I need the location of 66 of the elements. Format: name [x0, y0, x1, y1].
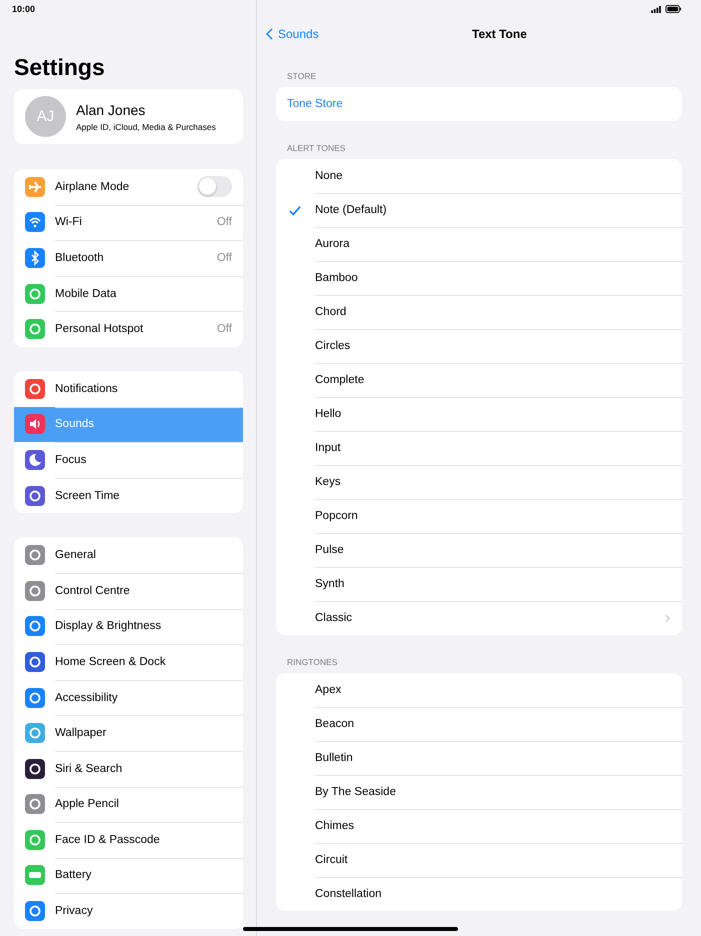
- sidebar-item[interactable]: Notifications: [14, 370, 243, 407]
- sidebar-item[interactable]: Wi-Fi Off: [14, 204, 243, 240]
- tone-option[interactable]: Chord: [276, 295, 682, 329]
- tone-option[interactable]: Pulse: [276, 533, 682, 567]
- sidebar-item[interactable]: Home Screen & Dock: [14, 644, 243, 680]
- sidebar-item[interactable]: Airplane Mode: [14, 169, 243, 205]
- status-value: Off: [216, 216, 232, 228]
- sidebar-item[interactable]: General: [14, 537, 243, 573]
- status-value: Off: [216, 252, 232, 264]
- sidebar-item[interactable]: Focus: [14, 442, 243, 478]
- toggle-switch[interactable]: [197, 176, 232, 198]
- section-header: ALERT TONES: [286, 143, 346, 153]
- account-name: Alan Jones: [76, 102, 146, 118]
- tone-option[interactable]: Note (Default): [276, 193, 682, 227]
- avatar: AJ: [25, 96, 66, 137]
- account-card[interactable]: AJ Alan Jones Apple ID, iCloud, Media & Purchases: [14, 89, 243, 144]
- checkmark-icon: [289, 204, 301, 216]
- page-title: Settings: [14, 54, 106, 81]
- tone-option[interactable]: Beacon: [276, 707, 682, 741]
- airplane-icon: [25, 176, 45, 197]
- sidebar-item[interactable]: Bluetooth Off: [14, 240, 243, 276]
- sidebar-item[interactable]: Screen Time: [14, 478, 243, 514]
- tone-option[interactable]: Constellation: [276, 877, 682, 911]
- sidebar-item[interactable]: Battery: [14, 858, 243, 894]
- tone-option[interactable]: Chimes: [276, 809, 682, 843]
- moon-icon: [25, 450, 45, 470]
- battery-icon: [25, 865, 45, 886]
- tone-option[interactable]: By The Seaside: [276, 775, 682, 809]
- status-value: Off: [216, 323, 232, 336]
- sidebar-item[interactable]: Apple Pencil: [14, 786, 243, 822]
- clock: 10:00: [12, 4, 36, 14]
- sidebar-item[interactable]: Siri & Search: [14, 750, 243, 786]
- tone-option[interactable]: Apex: [276, 673, 682, 707]
- sidebar-item[interactable]: Face ID & Passcode: [14, 822, 243, 858]
- tone-option[interactable]: Keys: [276, 465, 682, 499]
- sidebar-item[interactable]: Control Centre: [14, 572, 243, 609]
- tone-option[interactable]: Bamboo: [276, 261, 682, 295]
- tone-option[interactable]: Aurora: [276, 227, 682, 261]
- section-header: RINGTONES: [286, 657, 338, 667]
- sidebar-item[interactable]: Accessibility: [14, 680, 243, 716]
- tone-option[interactable]: None: [276, 159, 682, 193]
- section-header: STORE: [286, 71, 318, 81]
- tone-option[interactable]: Bulletin: [276, 741, 682, 775]
- tone-option[interactable]: Synth: [276, 567, 682, 601]
- tone-option[interactable]: Circuit: [276, 843, 682, 877]
- wifi-icon: [25, 212, 45, 232]
- back-chevron-icon: [266, 28, 273, 40]
- sidebar-item[interactable]: Personal Hotspot Off: [14, 311, 243, 347]
- tone-store-link[interactable]: Tone Store: [276, 87, 682, 121]
- tone-option[interactable]: Popcorn: [276, 499, 682, 533]
- sidebar-item[interactable]: Display & Brightness: [14, 608, 243, 644]
- tone-category[interactable]: Classic: [276, 601, 682, 635]
- tone-option[interactable]: Hello: [276, 397, 682, 431]
- chevron-icon: [665, 614, 670, 622]
- speaker-icon: [25, 414, 45, 434]
- account-subtitle: Apple ID, iCloud, Media & Purchases: [76, 122, 216, 132]
- signal-icon: [651, 6, 662, 12]
- tone-option[interactable]: Input: [276, 431, 682, 465]
- tone-option[interactable]: Circles: [276, 329, 682, 363]
- nav-title: Text Tone: [472, 26, 527, 40]
- sidebar-item[interactable]: Wallpaper: [14, 715, 243, 751]
- tone-option[interactable]: Complete: [276, 363, 682, 397]
- sidebar-item[interactable]: Privacy: [14, 893, 243, 929]
- battery-icon: [665, 5, 682, 13]
- sidebar-item[interactable]: Mobile Data: [14, 276, 243, 312]
- bluetooth-icon: [25, 248, 45, 268]
